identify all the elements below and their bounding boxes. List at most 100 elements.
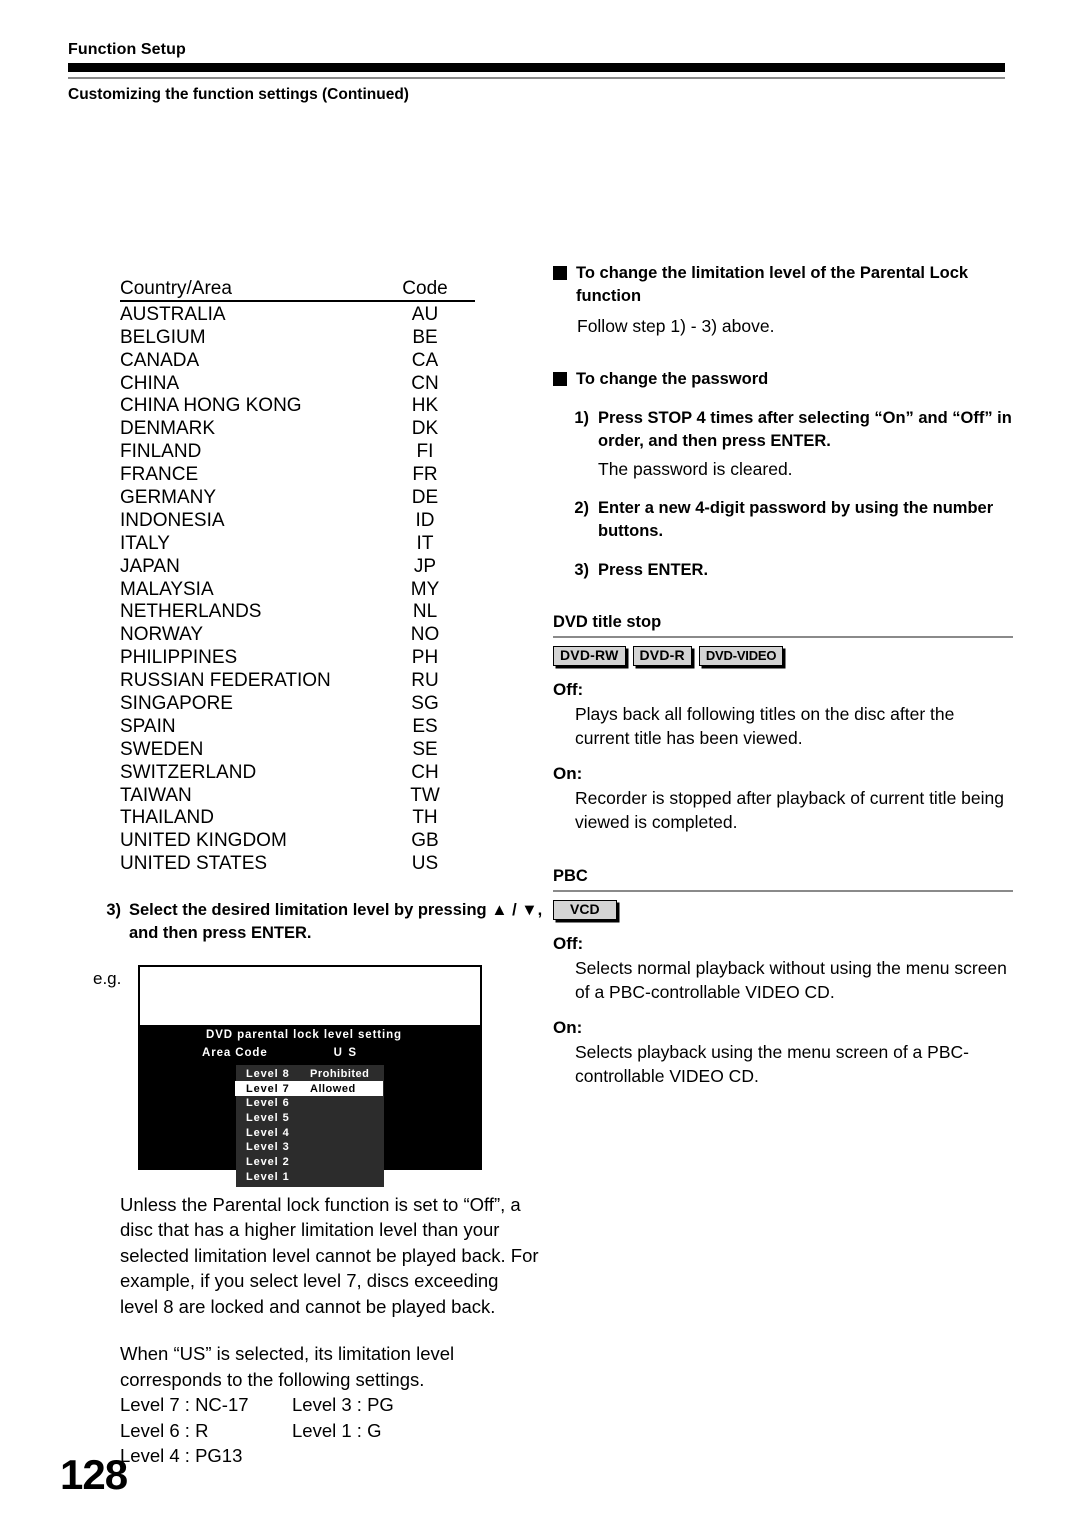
country-code-cell: CA: [411, 349, 439, 371]
country-code-cell: CN: [411, 372, 439, 394]
country-name-cell: TAIWAN: [120, 784, 192, 806]
dvd-title-stop-title: DVD title stop: [553, 612, 1013, 638]
step-3-number: 3): [106, 900, 121, 919]
dvd-title-stop-off-label: Off:: [553, 680, 584, 699]
us-level-mapping: Level 7 : NC-17 Level 3 : PG Level 6 : R Le…: [120, 1392, 548, 1469]
country-name-cell: CANADA: [120, 349, 200, 371]
step-3-instruction: 3) Select the desired limitation level b…: [93, 899, 548, 945]
table-row: NETHERLANDS NL: [120, 600, 475, 623]
country-name-cell: UNITED KINGDOM: [120, 830, 287, 852]
screen-level-row: Level 6: [236, 1096, 384, 1111]
country-name-cell: SWEDEN: [120, 738, 204, 760]
page-header: Function Setup Customizing the function …: [68, 40, 1005, 105]
square-bullet-icon: [553, 372, 567, 386]
password-step-text: Enter a new 4-digit password by using th…: [598, 499, 994, 540]
table-row: SPAIN ES: [120, 714, 475, 737]
country-name-cell: BELGIUM: [120, 326, 206, 348]
screen-area-code: Area Code U S: [202, 1047, 358, 1059]
example-label: e.g.: [93, 968, 122, 988]
country-code-cell: RU: [411, 670, 439, 692]
password-step: 1) Press STOP 4 times after selecting “On…: [561, 407, 1013, 453]
level-map-right: Level 3 : PG: [292, 1394, 394, 1416]
country-code-cell: ID: [415, 509, 435, 531]
country-code-cell: FR: [412, 464, 438, 486]
table-row: ITALY IT: [120, 531, 475, 554]
country-code-cell: FI: [416, 441, 434, 463]
level-map-left: Level 4 : PG13: [120, 1445, 243, 1467]
table-row: BELGIUM BE: [120, 325, 475, 348]
password-step-number: 1): [574, 409, 589, 427]
password-steps-list: 1) Press STOP 4 times after selecting “On…: [553, 407, 1013, 582]
screen-level-name: Level 5: [246, 1111, 290, 1124]
country-code-cell: CH: [411, 761, 439, 783]
disc-type-badge: DVD-R: [632, 646, 692, 666]
country-name-cell: RUSSIAN FEDERATION: [120, 670, 331, 692]
country-code-cell: JP: [413, 555, 437, 577]
screen-level-row: Level 5: [236, 1111, 384, 1126]
country-name-cell: SINGAPORE: [120, 693, 233, 715]
country-name-cell: ITALY: [120, 532, 170, 554]
screen-area-code-value: U S: [333, 1046, 358, 1059]
square-bullet-icon: [553, 266, 567, 280]
country-name-cell: INDONESIA: [120, 509, 225, 531]
dvd-title-stop-badges: DVD-RW DVD-R DVD-VIDEO: [553, 646, 1013, 666]
table-row: SWEDEN SE: [120, 737, 475, 760]
screen-level-name: Level 7: [246, 1082, 290, 1095]
country-name-cell: SPAIN: [120, 715, 176, 737]
page-subtitle: Customizing the function settings (Conti…: [68, 86, 409, 103]
table-row: FRANCE FR: [120, 463, 475, 486]
screen-level-name: Level 3: [246, 1141, 290, 1154]
parental-lock-screen-illustration: DVD parental lock level setting Area Cod…: [138, 964, 482, 1188]
header-black-rule: [68, 63, 1005, 72]
parental-lock-note-2: When “US” is selected, its limitation le…: [120, 1343, 455, 1390]
parental-lock-note-1: Unless the Parental lock function is set…: [120, 1193, 539, 1317]
table-row: TAIWAN TW: [120, 783, 475, 806]
country-code-cell: ES: [412, 715, 438, 737]
example-row: e.g. DVD parental lock level setting Are…: [93, 964, 548, 1188]
country-code-cell: BE: [412, 326, 438, 348]
country-code-cell: NO: [410, 624, 440, 646]
country-code-cell: IT: [416, 532, 434, 554]
level-map-right: [292, 1443, 548, 1469]
screen-level-row: Level 3: [236, 1140, 384, 1155]
table-row: INDONESIA ID: [120, 508, 475, 531]
screen-level-row: Level 2: [236, 1155, 384, 1170]
screen-heading: DVD parental lock level setting: [206, 1028, 402, 1041]
pbc-off-body: Selects normal playback without using th…: [575, 958, 1007, 1002]
table-row: UNITED KINGDOM GB: [120, 829, 475, 852]
country-name-cell: FINLAND: [120, 441, 202, 463]
table-row: JAPAN JP: [120, 554, 475, 577]
change-password-heading-text: To change the password: [576, 370, 769, 388]
table-row: UNITED STATES US: [120, 852, 475, 875]
country-code-cell: PH: [411, 647, 439, 669]
country-name-cell: CHINA HONG KONG: [120, 395, 302, 417]
level-map-row: Level 7 : NC-17 Level 3 : PG: [120, 1392, 548, 1418]
table-row: GERMANY DE: [120, 485, 475, 508]
level-map-left: Level 6 : R: [120, 1419, 209, 1441]
limitation-level-heading-text: To change the limitation level of the Pa…: [576, 264, 969, 305]
screen-level-row-selected: Level 7 Allowed: [235, 1081, 383, 1096]
column-header-country: Country/Area: [120, 278, 375, 303]
table-row: THAILAND TH: [120, 806, 475, 829]
dvd-title-stop-on-label: On:: [553, 764, 583, 783]
country-name-cell: JAPAN: [120, 555, 180, 577]
country-name-cell: AUSTRALIA: [120, 303, 226, 325]
header-gray-rule: [68, 77, 1005, 79]
column-header-code: Code: [375, 278, 475, 303]
password-step-text: Press STOP 4 times after selecting “On” …: [598, 409, 1012, 450]
screen-level-row: Level 4: [236, 1125, 384, 1140]
country-code-cell: NL: [412, 601, 438, 623]
country-name-cell: UNITED STATES: [120, 853, 268, 875]
screen-level-row: Level 8 Prohibited: [236, 1067, 384, 1082]
country-code-cell: DK: [411, 418, 439, 440]
right-column: To change the limitation level of the Pa…: [553, 262, 1013, 1088]
table-header-row: Country/Area Code: [120, 278, 475, 303]
pbc-on-body: Selects playback using the menu screen o…: [575, 1042, 969, 1086]
screen-level-name: Level 8: [246, 1067, 290, 1080]
password-step: 3) Press ENTER.: [561, 559, 1013, 582]
country-code-cell: TW: [410, 784, 440, 806]
screen-area-code-label: Area Code: [202, 1046, 268, 1059]
table-row: MALAYSIA MY: [120, 577, 475, 600]
country-name-cell: FRANCE: [120, 464, 199, 486]
country-code-cell: SE: [412, 738, 438, 760]
